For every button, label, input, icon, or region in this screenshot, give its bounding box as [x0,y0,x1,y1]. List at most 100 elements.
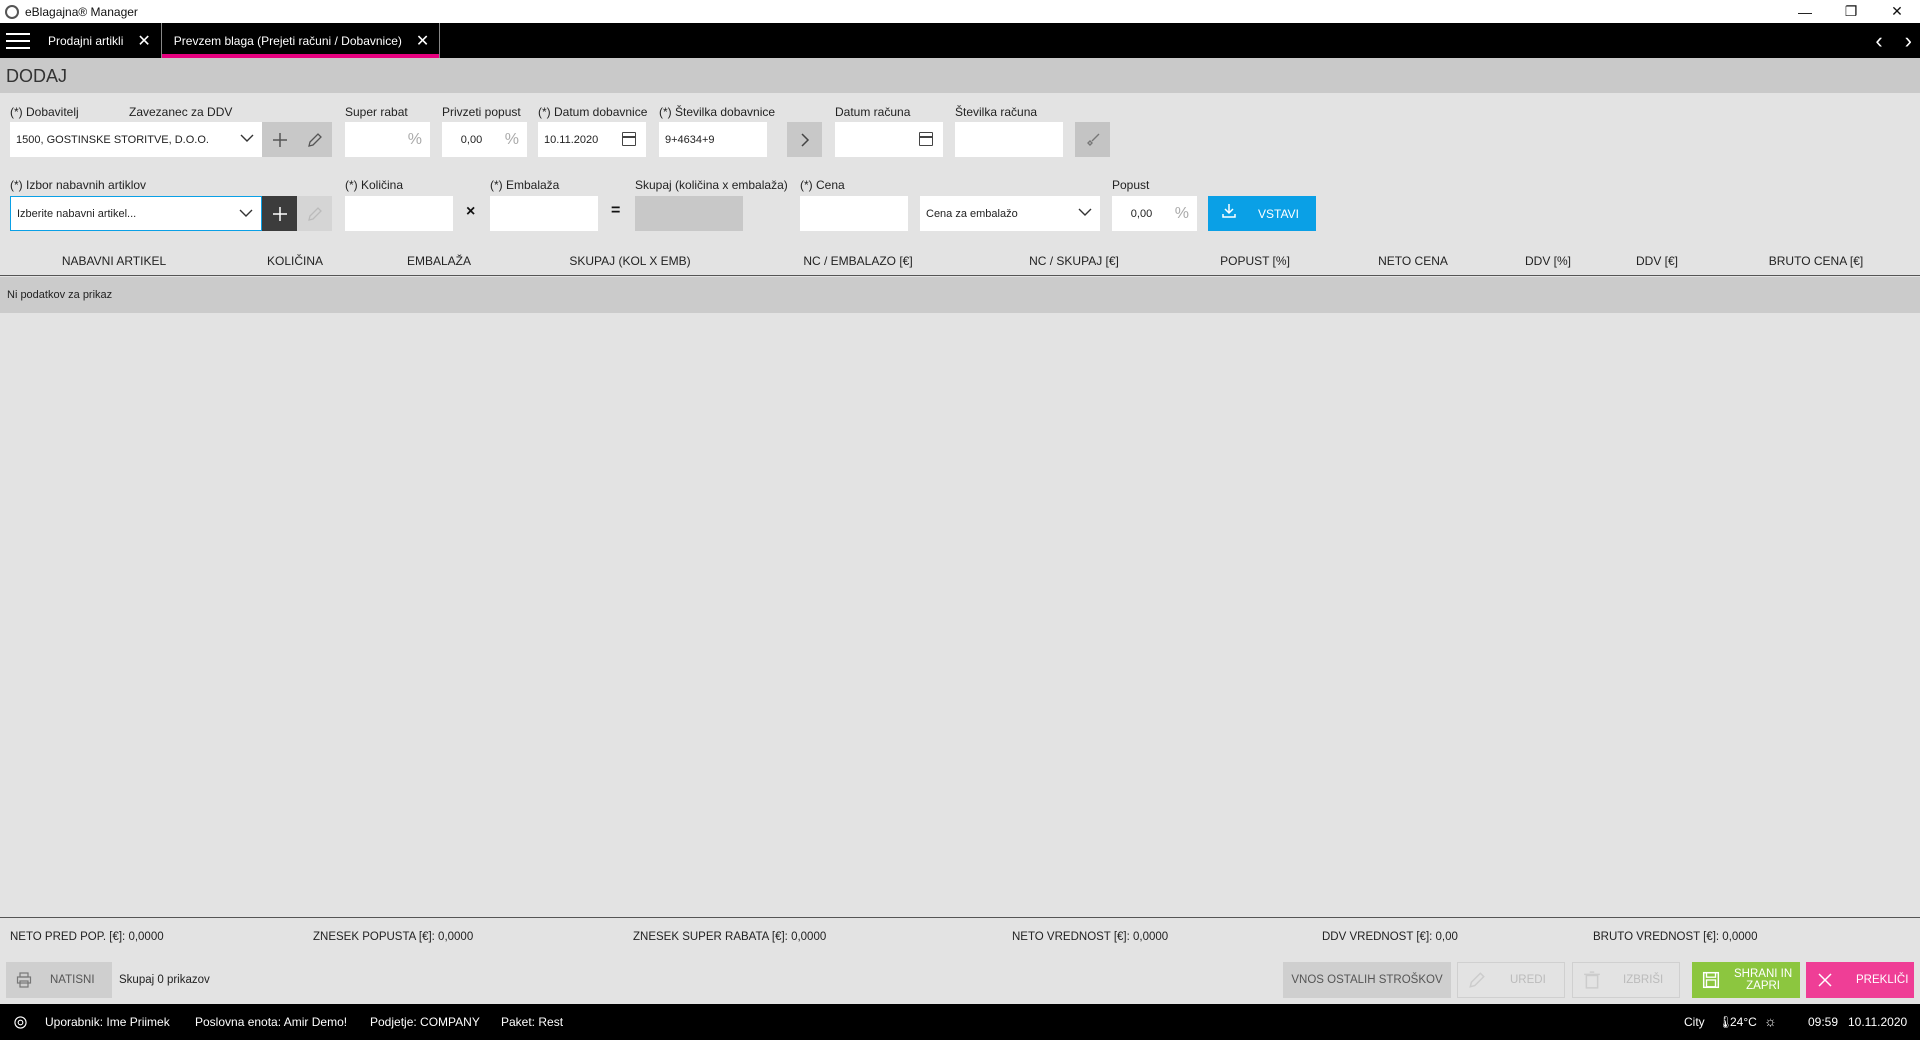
column-header[interactable]: DDV [€] [1636,254,1678,268]
info-icon [14,1016,27,1029]
dobavitelj-select[interactable]: 1500, GOSTINSKE STORITVE, D.O.O. [10,122,262,157]
stevilka-racuna-label: Številka računa [955,105,1038,119]
column-header[interactable]: BRUTO CENA [€] [1769,254,1863,268]
popust-input[interactable]: 0,00 % [1112,196,1197,231]
tab-close-icon[interactable]: ✕ [416,31,429,51]
page-title: DODAJ [6,66,68,86]
shrani-label: SHRANI IN ZAPRI [1734,968,1792,992]
printer-icon [16,972,32,988]
column-header[interactable]: DDV [%] [1525,254,1571,268]
percent-icon: % [504,130,519,148]
chevron-down-icon [240,134,254,142]
vstavi-label: VSTAVI [1258,206,1299,221]
sun-icon: ☼ [1764,1013,1777,1029]
datum-dobavnice-input[interactable]: 10.11.2020 [538,122,646,157]
stevilka-dobavnice-input[interactable]: 9+4634+9 [659,122,767,157]
pencil-icon [307,132,322,147]
zavezanec-label: Zavezanec za DDV [129,105,233,119]
popust-value: 0,00 [1130,207,1153,220]
status-time: 09:59 [1808,1015,1839,1029]
privzeti-popust-input[interactable]: 0,00 % [442,122,527,157]
record-count: Skupaj 0 prikazov [119,974,210,986]
pencil-icon [307,206,322,221]
column-header[interactable]: NABAVNI ARTIKEL [62,254,166,268]
tab-prodajni-artikli[interactable]: Prodajni artikli ✕ [36,23,161,58]
clear-button[interactable] [1075,122,1110,157]
equals-icon: = [611,202,621,219]
pencil-icon [1469,972,1485,988]
tab-bar: Prodajni artikli ✕ Prevzem blaga (Prejet… [0,23,1920,58]
download-icon [1220,203,1238,224]
neto-vrednost-total: NETO VREDNOST [€]: 0,0000 [1012,931,1169,943]
stevilka-dobavnice-value: 9+4634+9 [665,133,715,146]
minimize-button[interactable]: — [1782,0,1828,23]
super-rabat-input[interactable]: % [345,122,430,157]
column-header[interactable]: POPUST [%] [1220,254,1290,268]
window-titlebar: eBlagajna® Manager — ❐ ✕ [0,0,1920,23]
tab-prevzem-blaga[interactable]: Prevzem blaga (Prejeti računi / Dobavnic… [160,23,441,58]
datum-racuna-label: Datum računa [835,105,911,119]
close-window-button[interactable]: ✕ [1874,0,1920,23]
calendar-icon[interactable] [919,132,933,146]
shrani-button[interactable]: SHRANI IN ZAPRI [1692,962,1800,998]
column-header[interactable]: NC / EMBALAZO [€] [803,254,912,268]
calendar-icon[interactable] [622,132,636,146]
edit-dobavitelj-button[interactable] [297,122,332,157]
datum-dobavnice-label: (*) Datum dobavnice [538,105,648,119]
restore-button[interactable]: ❐ [1828,0,1874,23]
status-city: City [1684,1015,1705,1029]
add-artikel-button[interactable] [262,196,297,231]
save-icon [1702,971,1720,989]
kolicina-input[interactable] [345,196,453,231]
column-header[interactable]: SKUPAJ (KOL X EMB) [569,254,690,268]
tab-label: Prevzem blaga (Prejeti računi / Dobavnic… [173,33,402,48]
window-controls: — ❐ ✕ [1782,0,1920,23]
status-date: 10.11.2020 [1848,1015,1908,1029]
brush-icon [1086,133,1099,146]
cena-label: (*) Cena [800,178,845,192]
ddv-vrednost-total: DDV VREDNOST [€]: 0,00 [1322,931,1458,943]
cena-tip-select[interactable]: Cena za embalažo [920,196,1100,231]
uredi-label: UREDI [1510,974,1546,986]
chevron-left-icon[interactable]: ‹ [1875,28,1882,54]
natisni-button[interactable]: NATISNI [6,962,112,998]
izbrisi-button[interactable]: IZBRIŠI [1572,962,1680,998]
embalaza-input[interactable] [490,196,598,231]
add-dobavitelj-button[interactable] [262,122,297,157]
tab-close-icon[interactable]: ✕ [137,31,150,51]
status-user: Uporabnik: Ime Priimek [45,1015,170,1029]
chevron-right-icon[interactable]: › [1905,28,1912,54]
cena-input[interactable] [800,196,908,231]
empty-message: Ni podatkov za prikaz [7,289,113,301]
izbor-artikla-select[interactable]: Izberite nabavni artikel... [10,196,262,231]
uredi-button[interactable]: UREDI [1457,962,1565,998]
edit-artikel-button[interactable] [297,196,332,231]
embalaza-label: (*) Embalaža [490,178,560,192]
column-header[interactable]: EMBALAŽA [407,254,471,268]
window-title: eBlagajna® Manager [25,4,138,19]
shrani-label-line2: ZAPRI [1746,980,1781,992]
datum-racuna-input[interactable] [835,122,943,157]
status-package: Paket: Rest [501,1015,564,1029]
vstavi-button[interactable]: VSTAVI [1208,196,1316,231]
column-header[interactable]: NETO CENA [1378,254,1448,268]
chevron-down-icon [1078,208,1092,216]
section-header: DODAJ [0,58,1920,93]
super-rabat-label: Super rabat [345,105,408,119]
vnos-stroskov-button[interactable]: VNOS OSTALIH STROŠKOV [1283,962,1451,998]
column-header[interactable]: KOLIČINA [267,254,323,268]
vnos-stroskov-label: VNOS OSTALIH STROŠKOV [1291,974,1443,986]
preklici-label: PREKLIČI [1856,974,1909,986]
next-dobavnica-button[interactable] [787,122,822,157]
status-company: Podjetje: COMPANY [370,1015,480,1029]
tab-label: Prodajni artikli [48,33,124,48]
column-header[interactable]: NC / SKUPAJ [€] [1029,254,1119,268]
preklici-button[interactable]: PREKLIČI [1806,962,1914,998]
hamburger-menu-icon[interactable] [0,23,36,58]
izbor-label: (*) Izbor nabavnih artiklov [10,178,147,192]
stevilka-racuna-input[interactable] [955,122,1063,157]
status-temperature: 24°C [1730,1015,1757,1029]
popust-label: Popust [1112,178,1150,192]
cena-tip-value: Cena za embalažo [926,207,1018,220]
skupaj-label: Skupaj (količina x embalaža) [635,178,788,192]
